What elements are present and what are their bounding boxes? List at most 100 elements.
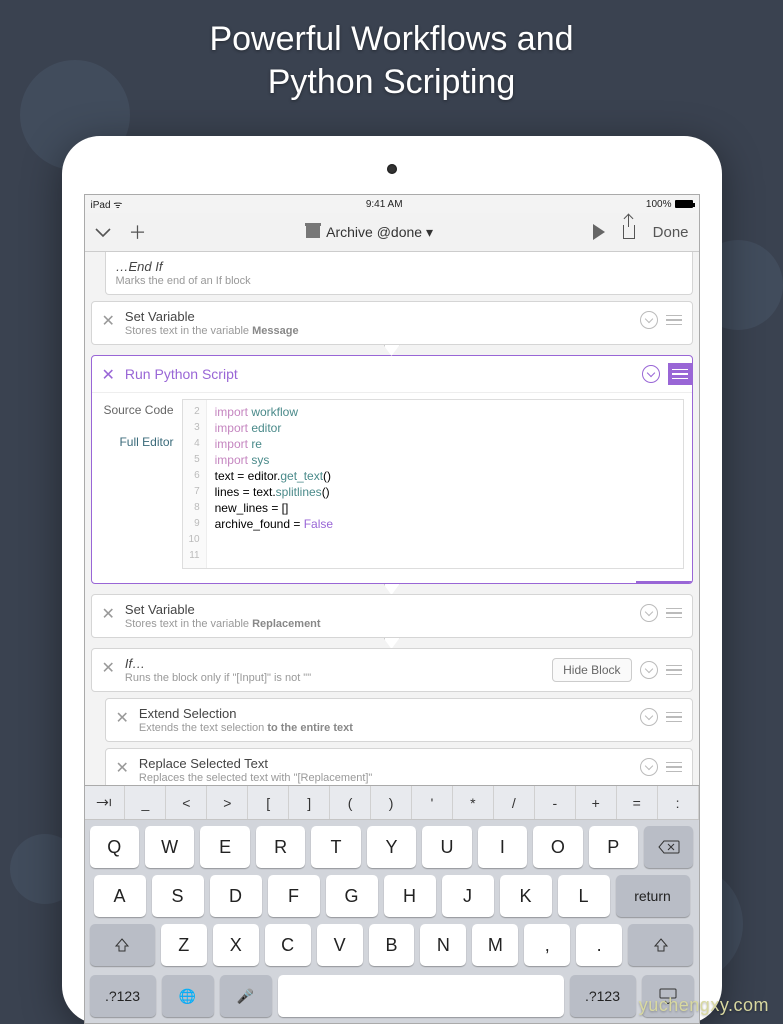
watermark: yuchengxy.com bbox=[639, 995, 769, 1016]
block-run-python-script[interactable]: ✕ Run Python Script Source Code Full Edi… bbox=[91, 355, 693, 584]
key-b[interactable]: B bbox=[369, 924, 415, 966]
accessory-key[interactable]: ' bbox=[412, 786, 453, 819]
key-u[interactable]: U bbox=[422, 826, 471, 868]
drag-handle-icon[interactable] bbox=[666, 315, 682, 326]
expand-button[interactable] bbox=[640, 604, 658, 622]
keyboard: _<>[]()'*/-+=: QWERTYUIOP ASDFGHJKLretur… bbox=[85, 785, 699, 1023]
close-icon[interactable]: ✕ bbox=[102, 311, 115, 331]
drag-handle-icon[interactable] bbox=[668, 363, 692, 386]
share-icon[interactable] bbox=[623, 225, 635, 239]
expand-button[interactable] bbox=[642, 365, 660, 383]
expand-button[interactable] bbox=[640, 661, 658, 679]
key-r[interactable]: R bbox=[256, 826, 305, 868]
add-icon[interactable]: ＋ bbox=[129, 219, 147, 245]
accessory-key[interactable]: _ bbox=[125, 786, 166, 819]
shift-key[interactable] bbox=[628, 924, 693, 966]
key-z[interactable]: Z bbox=[161, 924, 207, 966]
expand-button[interactable] bbox=[640, 708, 658, 726]
full-editor-link[interactable]: Full Editor bbox=[100, 435, 174, 449]
key-c[interactable]: C bbox=[265, 924, 311, 966]
hide-block-button[interactable]: Hide Block bbox=[552, 658, 631, 682]
expand-button[interactable] bbox=[640, 758, 658, 776]
workflow-canvas[interactable]: …End If Marks the end of an If block ✕ S… bbox=[85, 252, 699, 785]
accessory-key[interactable]: [ bbox=[248, 786, 289, 819]
camera-dot bbox=[387, 164, 397, 174]
tab-key[interactable] bbox=[85, 786, 126, 819]
accessory-key[interactable]: ) bbox=[371, 786, 412, 819]
backspace-key[interactable] bbox=[644, 826, 693, 868]
key-i[interactable]: I bbox=[478, 826, 527, 868]
done-button[interactable]: Done bbox=[653, 224, 689, 241]
accessory-key[interactable]: - bbox=[535, 786, 576, 819]
key-f[interactable]: F bbox=[268, 875, 320, 917]
globe-key[interactable]: 🌐 bbox=[162, 975, 214, 1017]
key-y[interactable]: Y bbox=[367, 826, 416, 868]
key-s[interactable]: S bbox=[152, 875, 204, 917]
accessory-key[interactable]: < bbox=[166, 786, 207, 819]
key-k[interactable]: K bbox=[500, 875, 552, 917]
keyboard-accessory-row: _<>[]()'*/-+=: bbox=[85, 786, 699, 820]
accessory-key[interactable]: ( bbox=[330, 786, 371, 819]
close-icon[interactable]: ✕ bbox=[102, 604, 115, 624]
key-w[interactable]: W bbox=[145, 826, 194, 868]
key-v[interactable]: V bbox=[317, 924, 363, 966]
accessory-key[interactable]: > bbox=[207, 786, 248, 819]
key-h[interactable]: H bbox=[384, 875, 436, 917]
accessory-key[interactable]: * bbox=[453, 786, 494, 819]
accessory-key[interactable]: : bbox=[658, 786, 699, 819]
accessory-key[interactable]: / bbox=[494, 786, 535, 819]
key-d[interactable]: D bbox=[210, 875, 262, 917]
dictation-key[interactable]: 🎤 bbox=[220, 975, 272, 1017]
key-t[interactable]: T bbox=[311, 826, 360, 868]
key-p[interactable]: P bbox=[589, 826, 638, 868]
close-icon[interactable]: ✕ bbox=[116, 708, 129, 728]
play-icon[interactable] bbox=[593, 224, 605, 240]
numeric-key[interactable]: .?123 bbox=[90, 975, 156, 1017]
ipad-frame: iPad ᯤ 9:41 AM 100% ＋ Archive @done ▾ Do… bbox=[62, 136, 722, 1024]
key-period[interactable]: . bbox=[576, 924, 622, 966]
key-o[interactable]: O bbox=[533, 826, 582, 868]
close-icon[interactable]: ✕ bbox=[116, 758, 129, 778]
block-if[interactable]: ✕ If… Runs the block only if "[Input]" i… bbox=[91, 648, 693, 692]
key-n[interactable]: N bbox=[420, 924, 466, 966]
accessory-key[interactable]: ] bbox=[289, 786, 330, 819]
key-g[interactable]: G bbox=[326, 875, 378, 917]
block-set-variable-2[interactable]: ✕ Set Variable Stores text in the variab… bbox=[91, 594, 693, 638]
key-comma[interactable]: , bbox=[524, 924, 570, 966]
connector bbox=[91, 638, 693, 648]
status-time: 9:41 AM bbox=[366, 199, 403, 210]
return-key[interactable]: return bbox=[616, 875, 690, 917]
key-e[interactable]: E bbox=[200, 826, 249, 868]
expand-button[interactable] bbox=[640, 311, 658, 329]
accessory-key[interactable]: = bbox=[617, 786, 658, 819]
source-code-label: Source Code bbox=[100, 403, 174, 417]
marketing-headline: Powerful Workflows and Python Scripting bbox=[0, 18, 783, 103]
drag-handle-icon[interactable] bbox=[666, 762, 682, 773]
block-replace-selected-text[interactable]: ✕ Replace Selected Text Replaces the sel… bbox=[105, 748, 693, 785]
close-icon[interactable]: ✕ bbox=[102, 365, 115, 385]
numeric-key-2[interactable]: .?123 bbox=[570, 975, 636, 1017]
key-x[interactable]: X bbox=[213, 924, 259, 966]
status-bar: iPad ᯤ 9:41 AM 100% bbox=[85, 195, 699, 213]
block-extend-selection[interactable]: ✕ Extend Selection Extends the text sele… bbox=[105, 698, 693, 742]
chevron-down-icon[interactable] bbox=[95, 222, 111, 243]
key-l[interactable]: L bbox=[558, 875, 610, 917]
battery-icon bbox=[675, 200, 693, 208]
shift-key[interactable] bbox=[90, 924, 155, 966]
space-key[interactable] bbox=[278, 975, 564, 1017]
toolbar: ＋ Archive @done ▾ Done bbox=[85, 213, 699, 252]
workflow-title[interactable]: Archive @done ▾ bbox=[306, 224, 433, 241]
drag-handle-icon[interactable] bbox=[666, 665, 682, 676]
block-end-if[interactable]: …End If Marks the end of an If block bbox=[105, 252, 693, 295]
close-icon[interactable]: ✕ bbox=[102, 658, 115, 678]
drag-handle-icon[interactable] bbox=[666, 608, 682, 619]
key-j[interactable]: J bbox=[442, 875, 494, 917]
accessory-key[interactable]: + bbox=[576, 786, 617, 819]
code-editor[interactable]: 234567891011 import workflowimport edito… bbox=[182, 399, 684, 569]
key-m[interactable]: M bbox=[472, 924, 518, 966]
key-q[interactable]: Q bbox=[90, 826, 139, 868]
connector bbox=[91, 584, 693, 594]
block-set-variable-1[interactable]: ✕ Set Variable Stores text in the variab… bbox=[91, 301, 693, 345]
drag-handle-icon[interactable] bbox=[666, 712, 682, 723]
key-a[interactable]: A bbox=[94, 875, 146, 917]
